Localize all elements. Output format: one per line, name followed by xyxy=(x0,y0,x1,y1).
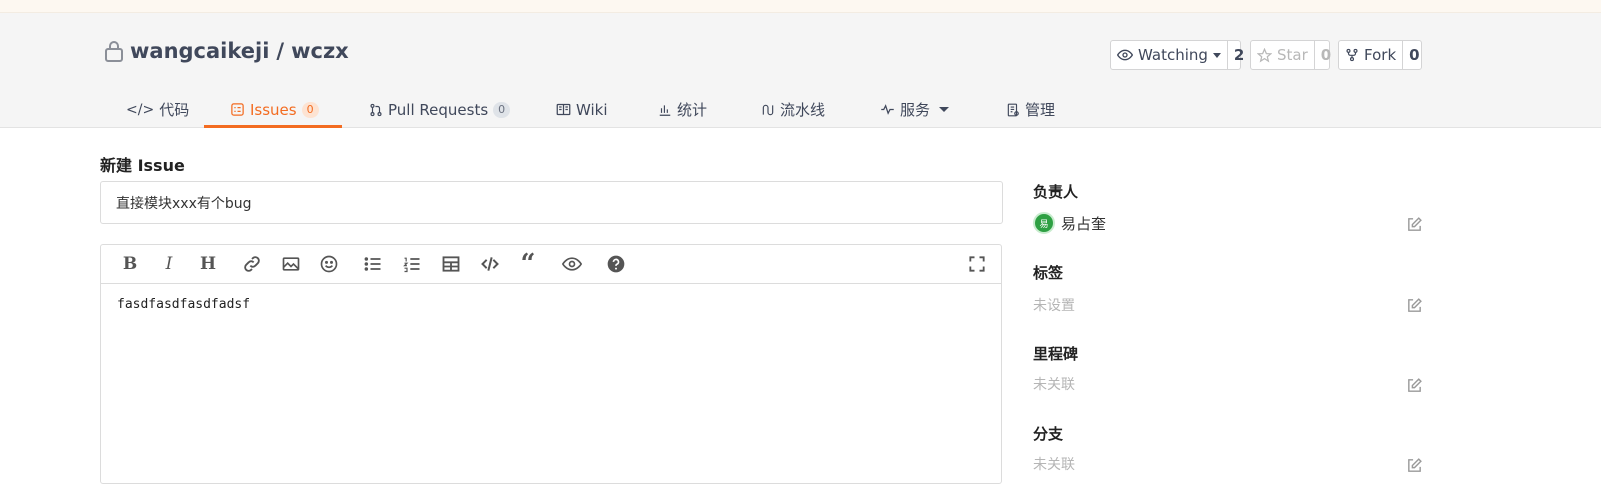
assignee-section: 负责人 易 易占奎 xyxy=(1033,181,1423,234)
emoji-icon[interactable] xyxy=(317,252,341,276)
branch-section: 分支 未关联 xyxy=(1033,423,1423,474)
star-icon xyxy=(1257,47,1272,62)
assignee-label: 负责人 xyxy=(1033,183,1079,201)
labels-label: 标签 xyxy=(1033,264,1064,282)
watch-button[interactable]: Watching 2 xyxy=(1110,40,1244,70)
edit-icon[interactable] xyxy=(1406,377,1423,394)
tab-label: 代码 xyxy=(159,101,190,119)
watch-count[interactable]: 2 xyxy=(1226,41,1250,69)
pipeline-icon xyxy=(762,104,774,115)
code-icon: </> xyxy=(126,101,155,118)
page-title: 新建 Issue xyxy=(100,156,185,175)
tab-label: 流水线 xyxy=(780,101,826,119)
fork-button[interactable]: Fork 0 xyxy=(1338,40,1422,70)
tab-manage[interactable]: 管理 xyxy=(1006,91,1055,128)
editor-toolbar: B I H “ xyxy=(101,245,1001,284)
quote-icon[interactable]: “ xyxy=(516,249,540,279)
branch-value: 未关联 xyxy=(1033,457,1075,473)
issue-icon xyxy=(231,103,244,116)
repo-header: wangcaikeji / wczx Watching 2 Star 0 For… xyxy=(0,13,1601,128)
tab-code[interactable]: </> 代码 xyxy=(126,91,189,128)
milestone-value: 未关联 xyxy=(1033,377,1075,393)
italic-icon[interactable]: I xyxy=(157,252,181,276)
table-icon[interactable] xyxy=(439,252,463,276)
tab-wiki[interactable]: Wiki xyxy=(556,91,608,128)
unordered-list-icon[interactable] xyxy=(361,252,385,276)
edit-icon[interactable] xyxy=(1406,297,1423,314)
pull-request-icon xyxy=(370,103,382,116)
ordered-list-icon[interactable] xyxy=(400,252,424,276)
bold-icon[interactable]: B xyxy=(118,252,142,276)
star-label: Star xyxy=(1277,46,1308,64)
tab-label: 统计 xyxy=(677,101,708,119)
active-tab-underline xyxy=(204,125,342,128)
tab-pull-requests[interactable]: Pull Requests 0 xyxy=(369,91,511,128)
tab-label: Issues xyxy=(250,100,297,119)
milestone-label: 里程碑 xyxy=(1033,345,1079,363)
pr-count-badge: 0 xyxy=(493,101,511,118)
star-count[interactable]: 0 xyxy=(1313,41,1337,69)
lock-icon xyxy=(105,41,123,62)
book-icon xyxy=(556,103,571,116)
settings-doc-icon xyxy=(1007,103,1019,116)
code-block-icon[interactable] xyxy=(478,252,502,276)
tab-label: 管理 xyxy=(1025,101,1056,119)
tab-stats[interactable]: 统计 xyxy=(658,91,707,128)
tab-issues[interactable]: Issues 0 xyxy=(204,91,342,128)
repo-actions: Watching 2 xyxy=(1110,40,1244,70)
labels-section: 标签 未设置 xyxy=(1033,262,1423,315)
repo-title: wangcaikeji / wczx xyxy=(102,39,349,63)
top-notice-strip xyxy=(0,0,1601,13)
milestone-section: 里程碑 未关联 xyxy=(1033,343,1423,394)
watch-label: Watching xyxy=(1138,46,1208,64)
tab-label: Wiki xyxy=(576,100,608,119)
star-button[interactable]: Star 0 xyxy=(1250,40,1331,70)
tab-label: Pull Requests xyxy=(388,100,489,119)
edit-icon[interactable] xyxy=(1406,216,1423,233)
chevron-down-icon xyxy=(939,107,950,112)
repo-name-link[interactable]: wczx xyxy=(291,39,349,63)
preview-eye-icon[interactable] xyxy=(560,252,584,276)
repo-owner-link[interactable]: wangcaikeji xyxy=(130,39,269,63)
issue-body-textarea[interactable]: fasdfasdfasdfadsf xyxy=(101,284,1001,325)
branch-label: 分支 xyxy=(1033,425,1064,443)
bar-chart-icon xyxy=(659,104,671,116)
markdown-editor: B I H “ fasdfasdfasdfadsf xyxy=(100,244,1002,484)
tab-label: 服务 xyxy=(900,101,931,119)
link-icon[interactable] xyxy=(240,252,264,276)
tab-pipeline[interactable]: 流水线 xyxy=(761,91,825,128)
tab-services[interactable]: 服务 xyxy=(880,91,950,128)
avatar: 易 xyxy=(1033,212,1055,234)
heading-icon[interactable]: H xyxy=(196,252,220,276)
labels-value: 未设置 xyxy=(1033,298,1075,314)
fork-icon xyxy=(1346,48,1358,62)
assignee-name: 易占奎 xyxy=(1061,214,1107,233)
chevron-down-icon xyxy=(1212,52,1221,58)
image-icon[interactable] xyxy=(279,252,303,276)
assignee-user[interactable]: 易 易占奎 xyxy=(1033,212,1423,234)
fork-label: Fork xyxy=(1364,46,1397,64)
fork-count[interactable]: 0 xyxy=(1402,41,1425,69)
issues-count-badge: 0 xyxy=(301,101,319,118)
eye-icon xyxy=(1117,49,1133,61)
help-icon[interactable] xyxy=(604,252,628,276)
repo-separator: / xyxy=(276,39,285,63)
issue-title-input[interactable] xyxy=(100,181,1003,224)
fullscreen-icon[interactable] xyxy=(965,252,989,276)
pulse-icon xyxy=(881,104,894,115)
edit-icon[interactable] xyxy=(1406,457,1423,474)
